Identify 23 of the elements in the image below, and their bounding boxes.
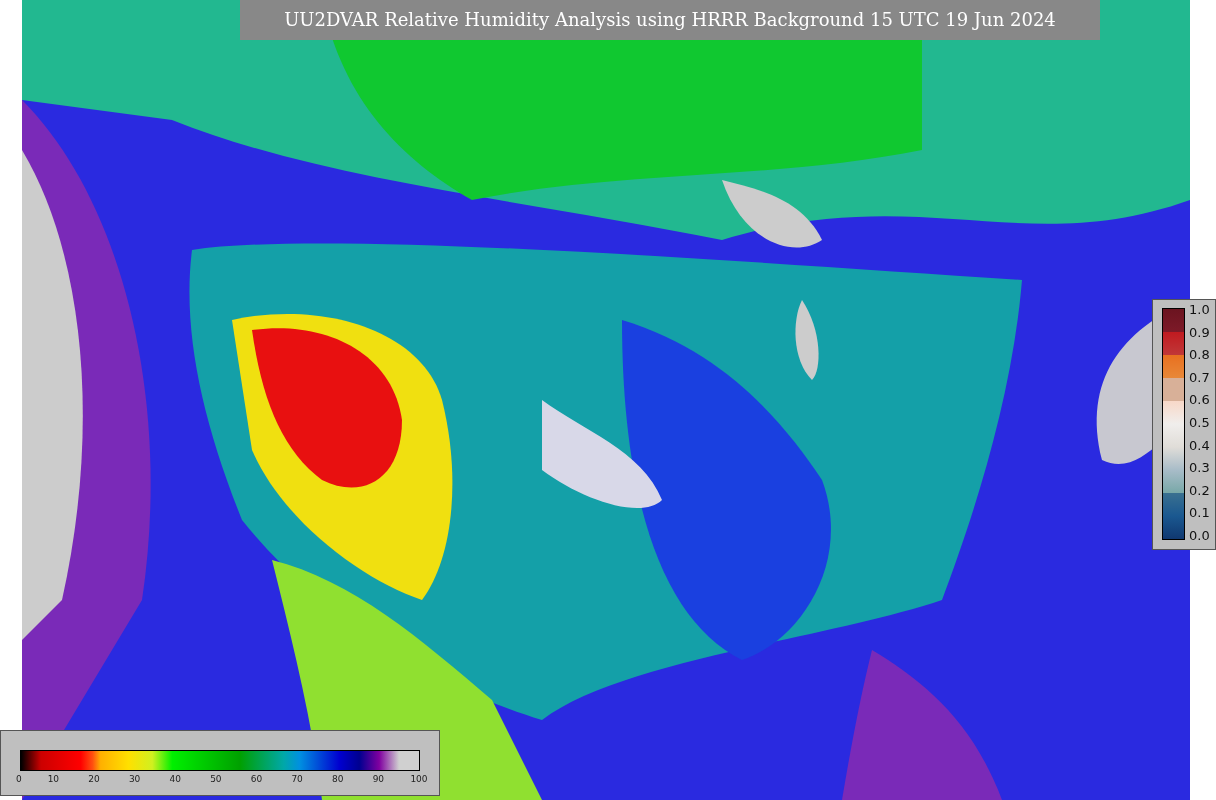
legend-label: 0.5 — [1189, 415, 1210, 430]
legend-label: 30 — [127, 774, 142, 784]
legend-label: 1.0 — [1189, 303, 1210, 317]
legend-label: 0 — [16, 774, 22, 784]
legend-label: 0.3 — [1189, 461, 1210, 476]
legend-label: 0.6 — [1189, 393, 1210, 408]
legend-label: 0.4 — [1189, 438, 1210, 453]
legend-label: 0.9 — [1189, 325, 1210, 340]
legend-label: 90 — [371, 774, 386, 784]
legend-label: 0.1 — [1189, 506, 1210, 521]
legend-label: 10 — [46, 774, 61, 784]
legend-label: 70 — [290, 774, 304, 784]
legend-label: 100 — [410, 774, 428, 784]
legend-label: 50 — [209, 774, 223, 784]
legend-label: 20 — [87, 774, 101, 784]
legend-label: 80 — [331, 774, 345, 784]
legend-label: 40 — [168, 774, 182, 784]
legend-label: 0.2 — [1189, 483, 1210, 498]
legend-label: 0.7 — [1189, 370, 1210, 385]
map-title: UU2DVAR Relative Humidity Analysis using HRRR Background 15 UTC 19 Jun 2024 — [240, 0, 1100, 40]
legend-label: 0.8 — [1189, 348, 1210, 363]
legend-label: 0.0 — [1189, 528, 1210, 543]
legend-label: 60 — [249, 774, 264, 784]
